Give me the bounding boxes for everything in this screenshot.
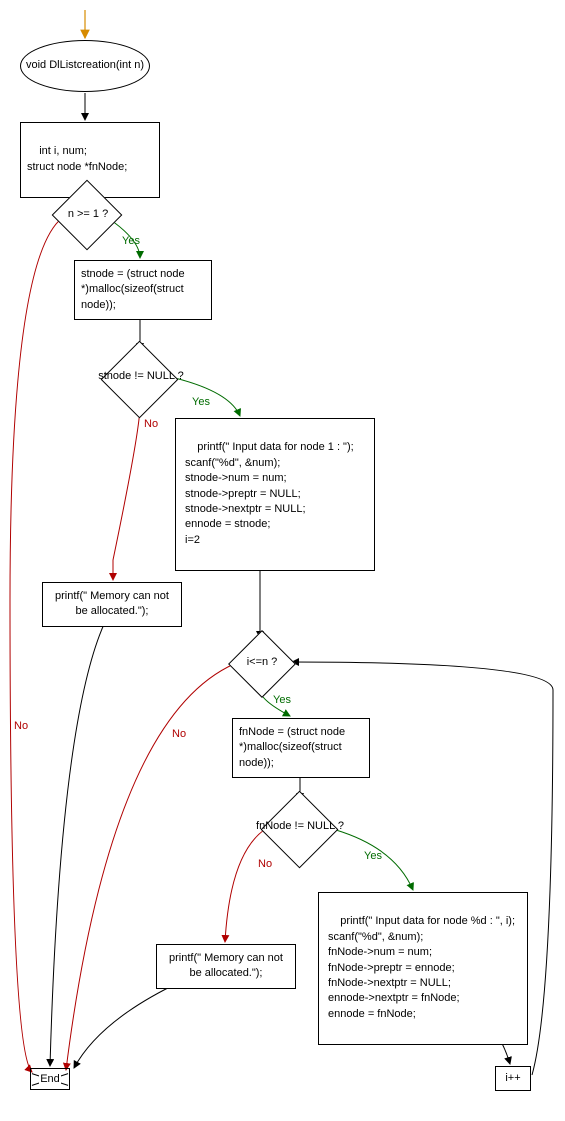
edge-label-no: No xyxy=(172,728,186,740)
node-err1-label: printf(" Memory can not be allocated."); xyxy=(55,590,169,617)
node-err2: printf(" Memory can not be allocated."); xyxy=(156,944,296,989)
edge-label-yes: Yes xyxy=(364,850,382,862)
edge-label-yes: Yes xyxy=(192,396,210,408)
node-start-label: void DlListcreation(int n) xyxy=(26,59,144,72)
node-init-next-label: printf(" Input data for node %d : ", i);… xyxy=(325,915,515,1019)
flowchart-canvas: void DlListcreation(int n) int i, num; s… xyxy=(0,0,565,1121)
edge-label-no: No xyxy=(258,858,272,870)
node-end: End xyxy=(30,1068,70,1090)
node-cond-fnnode-label: fnNode != NULL ? xyxy=(243,820,357,833)
edge-label-yes: Yes xyxy=(273,694,291,706)
node-alloc-fnnode-label: fnNode = (struct node *)malloc(sizeof(st… xyxy=(239,726,345,769)
node-cond-stnode-label: stnode != NULL ? xyxy=(85,370,197,383)
node-decls-label: int i, num; struct node *fnNode; xyxy=(27,145,127,172)
node-err2-label: printf(" Memory can not be allocated."); xyxy=(169,952,283,979)
node-end-label: End xyxy=(39,1073,61,1085)
node-cond-loop-label: i<=n ? xyxy=(235,656,289,669)
edge-label-yes: Yes xyxy=(122,235,140,247)
edge-label-no: No xyxy=(144,418,158,430)
node-incr-label: i++ xyxy=(505,1072,520,1084)
node-alloc-stnode-label: stnode = (struct node *)malloc(sizeof(st… xyxy=(81,268,185,311)
node-incr: i++ xyxy=(495,1066,531,1091)
edge-label-no: No xyxy=(14,720,28,732)
node-err1: printf(" Memory can not be allocated."); xyxy=(42,582,182,627)
node-alloc-stnode: stnode = (struct node *)malloc(sizeof(st… xyxy=(74,260,212,320)
node-init-next: printf(" Input data for node %d : ", i);… xyxy=(318,892,528,1045)
node-cond-n-label: n >= 1 ? xyxy=(49,208,127,221)
node-init-first-label: printf(" Input data for node 1 : "); sca… xyxy=(182,441,354,545)
node-init-first: printf(" Input data for node 1 : "); sca… xyxy=(175,418,375,571)
node-start: void DlListcreation(int n) xyxy=(20,40,150,92)
node-alloc-fnnode: fnNode = (struct node *)malloc(sizeof(st… xyxy=(232,718,370,778)
